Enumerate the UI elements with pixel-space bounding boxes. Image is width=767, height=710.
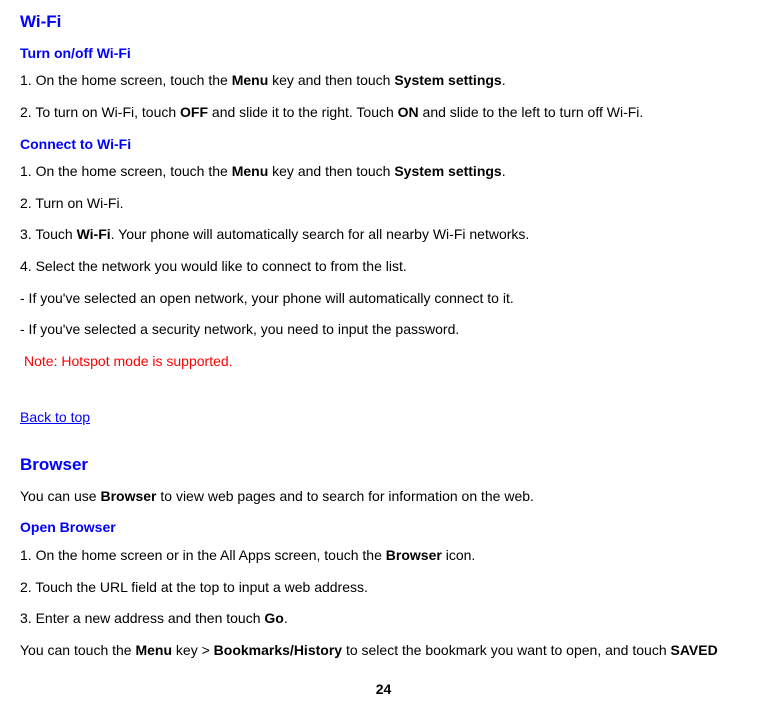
text: and slide it to the right. Touch: [208, 104, 398, 120]
system-settings-label: System settings: [394, 72, 501, 88]
text: 1. On the home screen, touch the: [20, 163, 232, 179]
off-label: OFF: [180, 104, 208, 120]
open-browser-heading: Open Browser: [20, 518, 747, 538]
menu-key-label: Menu: [232, 163, 269, 179]
turn-onoff-heading: Turn on/off Wi-Fi: [20, 44, 747, 64]
wifi-label: Wi-Fi: [77, 226, 111, 242]
wifi-connect-step1: 1. On the home screen, touch the Menu ke…: [20, 162, 747, 182]
on-label: ON: [398, 104, 419, 120]
text: 3. Touch: [20, 226, 77, 242]
page-number: 24: [20, 680, 747, 700]
wifi-heading: Wi-Fi: [20, 10, 747, 34]
wifi-connect-bullet2: - If you've selected a security network,…: [20, 320, 747, 340]
go-label: Go: [264, 610, 283, 626]
wifi-turnon-step1: 1. On the home screen, touch the Menu ke…: [20, 71, 747, 91]
hotspot-note: Note: Hotspot mode is supported.: [20, 352, 747, 372]
text: 2. To turn on Wi-Fi, touch: [20, 104, 180, 120]
menu-key-label: Menu: [232, 72, 269, 88]
text: icon.: [442, 547, 475, 563]
text: . Your phone will automatically search f…: [111, 226, 530, 242]
text: to select the bookmark you want to open,…: [342, 642, 670, 658]
wifi-connect-bullet1: - If you've selected an open network, yo…: [20, 289, 747, 309]
wifi-connect-step4: 4. Select the network you would like to …: [20, 257, 747, 277]
browser-label: Browser: [100, 488, 156, 504]
wifi-connect-step3: 3. Touch Wi-Fi. Your phone will automati…: [20, 225, 747, 245]
system-settings-label: System settings: [394, 163, 501, 179]
text: You can use: [20, 488, 100, 504]
browser-open-step1: 1. On the home screen or in the All Apps…: [20, 546, 747, 566]
text: You can touch the: [20, 642, 135, 658]
text: 3. Enter a new address and then touch: [20, 610, 264, 626]
browser-open-last: You can touch the Menu key > Bookmarks/H…: [20, 641, 747, 661]
text: 1. On the home screen, touch the: [20, 72, 232, 88]
menu-key-label: Menu: [135, 642, 172, 658]
text: .: [284, 610, 288, 626]
connect-wifi-heading: Connect to Wi-Fi: [20, 135, 747, 155]
text: to view web pages and to search for info…: [156, 488, 533, 504]
browser-open-step2: 2. Touch the URL field at the top to inp…: [20, 578, 747, 598]
text: .: [502, 163, 506, 179]
text: 1. On the home screen or in the All Apps…: [20, 547, 386, 563]
back-to-top-link[interactable]: Back to top: [20, 408, 90, 428]
text: key and then touch: [268, 163, 394, 179]
text: key and then touch: [268, 72, 394, 88]
wifi-turnon-step2: 2. To turn on Wi-Fi, touch OFF and slide…: [20, 103, 747, 123]
text: .: [502, 72, 506, 88]
browser-icon-label: Browser: [386, 547, 442, 563]
text: key >: [172, 642, 214, 658]
browser-open-step3: 3. Enter a new address and then touch Go…: [20, 609, 747, 629]
saved-label: SAVED: [671, 642, 718, 658]
browser-intro: You can use Browser to view web pages an…: [20, 487, 747, 507]
text: and slide to the left to turn off Wi-Fi.: [419, 104, 644, 120]
browser-heading: Browser: [20, 453, 747, 477]
wifi-connect-step2: 2. Turn on Wi-Fi.: [20, 194, 747, 214]
bookmarks-history-label: Bookmarks/History: [214, 642, 342, 658]
